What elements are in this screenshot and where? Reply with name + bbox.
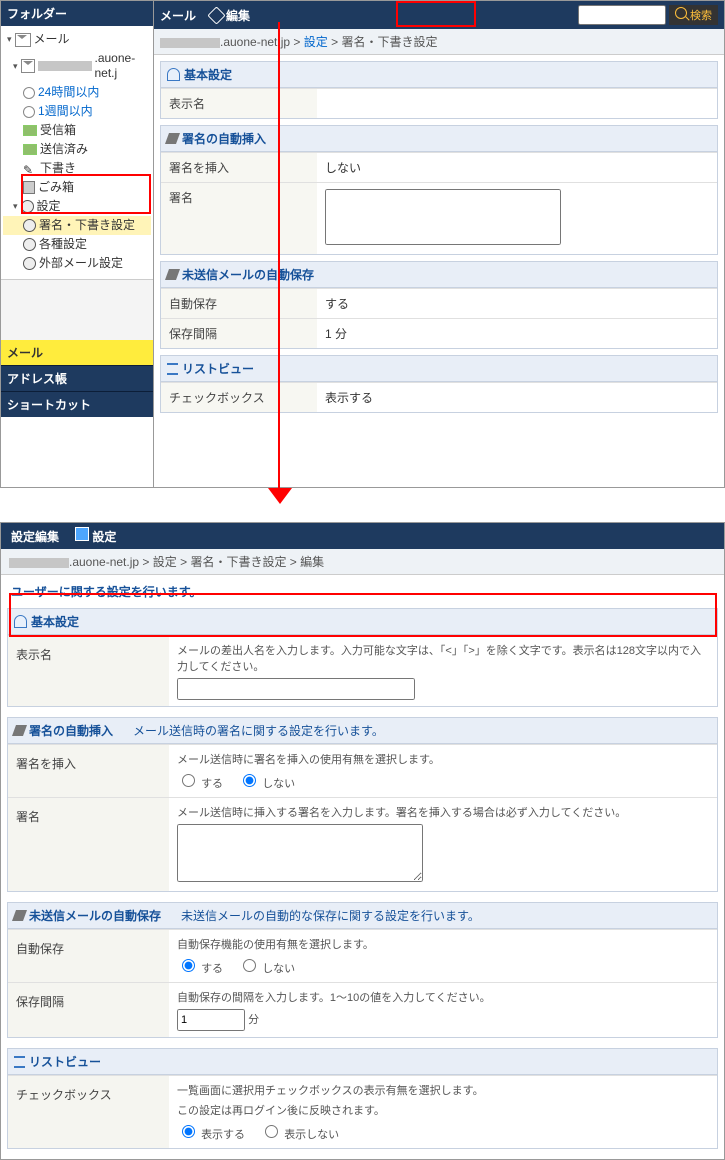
pen-icon [165, 133, 180, 144]
crumb-settings[interactable]: 設定 [304, 35, 328, 49]
hint-display: メールの差出人名を入力します。入力可能な文字は、「<」「>」を除く文字です。表示… [177, 642, 709, 674]
sect-list: リストビュー [8, 1049, 717, 1075]
radio-auto-yes[interactable]: する [177, 963, 223, 975]
sect-basic: 基本設定 [8, 609, 717, 635]
gear-icon [23, 257, 36, 270]
hint-sig-insert: メール送信時に署名を挿入の使用有無を選択します。 [177, 751, 709, 767]
folder-icon [23, 144, 37, 155]
person-icon [167, 68, 180, 81]
lbl-display: 表示名 [161, 89, 317, 118]
mail-icon [15, 33, 31, 47]
input-interval[interactable] [177, 1009, 245, 1031]
trash-icon [23, 181, 35, 194]
nav-misc[interactable]: 各種設定 [3, 235, 151, 254]
lbl-sig: 署名 [8, 798, 169, 891]
nav-sent[interactable]: 送信済み [3, 140, 151, 159]
radio-show-no[interactable]: 表示しない [260, 1129, 339, 1141]
lbl-sig: 署名 [161, 183, 317, 254]
crumb-sig[interactable]: 署名・下書き設定 [190, 555, 286, 569]
edit-button[interactable]: 編集 [210, 7, 250, 24]
root-mail[interactable]: ▾メール [3, 30, 151, 49]
nav-trash[interactable]: ごみ箱 [3, 178, 151, 197]
acc-shortcut[interactable]: ショートカット [1, 391, 153, 417]
input-signature[interactable] [177, 824, 423, 882]
hint-autosave: 自動保存機能の使用有無を選択します。 [177, 936, 709, 952]
val-insert: しない [317, 153, 717, 182]
edit-title: 設定編集 [11, 528, 59, 545]
clock-icon [23, 106, 35, 118]
hint-checkbox1: 一覧画面に選択用チェックボックスの表示有無を選択します。 [177, 1082, 709, 1098]
lbl-checkbox: チェックボックス [8, 1076, 169, 1148]
toolbar-title: メール [160, 7, 196, 24]
acc-address[interactable]: アドレス帳 [1, 365, 153, 391]
hint-sig: メール送信時に挿入する署名を入力します。署名を挿入する場合は必ず入力してください… [177, 804, 709, 820]
nav-inbox[interactable]: 受信箱 [3, 121, 151, 140]
draft-icon: ✎ [23, 163, 37, 175]
pen-icon [12, 725, 27, 736]
val-check: 表示する [317, 383, 717, 412]
gear-icon [23, 219, 36, 232]
main-toolbar: メール 編集 検索 [154, 1, 724, 29]
pen-icon [12, 910, 27, 921]
val-autosave: する [317, 289, 717, 318]
sect-sig: 署名の自動挿入 [161, 126, 717, 152]
save-icon [75, 527, 89, 541]
search-box: 検索 [578, 5, 718, 25]
gear-icon [23, 238, 36, 251]
nav-settings[interactable]: ▾設定 [3, 197, 151, 216]
wrench-icon [207, 6, 225, 24]
sect-autosave: 未送信メールの自動保存 [161, 262, 717, 288]
gear-icon [21, 200, 34, 213]
search-input[interactable] [578, 5, 666, 25]
lbl-check: チェックボックス [161, 383, 317, 412]
list-icon [14, 1056, 25, 1068]
edit-breadcrumb: .auone-net.jp > 設定 > 署名・下書き設定 > 編集 [1, 549, 724, 575]
breadcrumb: .auone-net.jp > 設定 > 署名・下書き設定 [154, 29, 724, 55]
radio-insert-no[interactable]: しない [238, 778, 295, 790]
radio-insert-yes[interactable]: する [177, 778, 223, 790]
annotation-arrow-head [268, 488, 292, 504]
val-interval: 1 分 [317, 319, 717, 348]
nav-sig-draft[interactable]: 署名・下書き設定 [3, 216, 151, 235]
edit-toolbar: 設定編集 設定 [1, 523, 724, 549]
folder-sidebar: フォルダー ▾メール ▾.auone-net.j 24時間以内 1週間以内 受信… [1, 1, 154, 487]
mail-icon [21, 59, 35, 73]
nav-draft[interactable]: ✎下書き [3, 159, 151, 178]
folder-header: フォルダー [1, 1, 153, 26]
input-display-name[interactable] [177, 678, 415, 700]
list-icon [167, 363, 178, 375]
search-icon [675, 7, 687, 19]
lbl-interval: 保存間隔 [8, 983, 169, 1037]
acc-mail[interactable]: メール [1, 340, 153, 365]
radio-show-yes[interactable]: 表示する [177, 1129, 245, 1141]
sect-sig: 署名の自動挿入 メール送信時の署名に関する設定を行います。 [8, 718, 717, 744]
person-icon [14, 615, 27, 628]
radio-auto-no[interactable]: しない [238, 963, 295, 975]
clock-icon [23, 87, 35, 99]
page-lead: ユーザーに関する設定を行います。 [1, 575, 724, 608]
lbl-insert: 署名を挿入 [161, 153, 317, 182]
annotation-arrow [278, 22, 280, 492]
hint-interval: 自動保存の間隔を入力します。1～10の値を入力してください。 [177, 989, 709, 1005]
lbl-sig-insert: 署名を挿入 [8, 745, 169, 797]
sig-textarea[interactable] [325, 189, 561, 245]
lbl-display: 表示名 [8, 636, 169, 706]
nav-1week[interactable]: 1週間以内 [3, 102, 151, 121]
crumb-settings[interactable]: 設定 [153, 555, 177, 569]
account-node[interactable]: ▾.auone-net.j [3, 49, 151, 83]
nav-24h[interactable]: 24時間以内 [3, 83, 151, 102]
sect-autosave: 未送信メールの自動保存 未送信メールの自動的な保存に関する設定を行います。 [8, 903, 717, 929]
sect-basic: 基本設定 [161, 62, 717, 88]
hint-checkbox2: この設定は再ログイン後に反映されます。 [177, 1102, 709, 1118]
lbl-autosave: 自動保存 [8, 930, 169, 982]
search-button[interactable]: 検索 [669, 5, 718, 25]
pen-icon [165, 269, 180, 280]
nav-external[interactable]: 外部メール設定 [3, 254, 151, 273]
lbl-autosave: 自動保存 [161, 289, 317, 318]
sect-list: リストビュー [161, 356, 717, 382]
folder-icon [23, 125, 37, 136]
save-button[interactable]: 設定 [75, 527, 116, 545]
unit-min: 分 [248, 1014, 259, 1026]
lbl-interval: 保存間隔 [161, 319, 317, 348]
